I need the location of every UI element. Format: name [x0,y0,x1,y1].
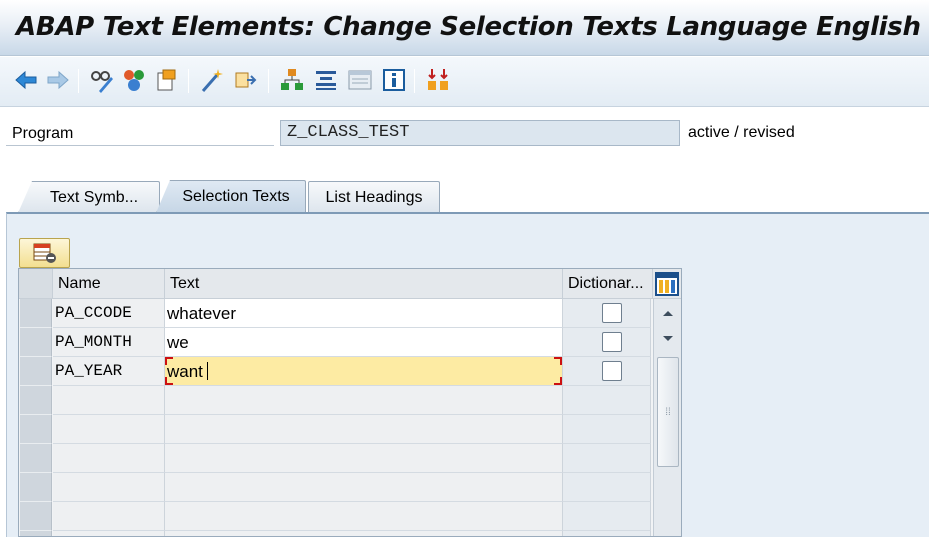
focus-corner [165,357,173,365]
other-object-icon[interactable] [152,66,180,94]
toolbar-separator [414,69,415,93]
dictionary-checkbox[interactable] [602,303,622,323]
cell-text [165,531,563,536]
cell-dictionary [563,386,651,415]
cell-name [53,502,165,531]
focus-corner [165,377,173,385]
program-status: active / revised [688,124,795,141]
tab-list-headings[interactable]: List Headings [308,181,440,213]
row-selector[interactable] [20,502,52,531]
table-row-empty [19,386,681,415]
layout-icon [33,243,56,263]
table-row: PA_MONTH we [19,328,681,357]
table-row-empty [19,415,681,444]
magic-wand-icon[interactable] [198,66,226,94]
cell-name [53,531,165,536]
table-row: PA_YEAR want [19,357,681,386]
row-selector[interactable] [20,299,52,328]
table-row: PA_CCODE whatever [19,299,681,328]
cell-text [165,473,563,502]
cell-text [165,386,563,415]
cell-text [165,444,563,473]
tab-label: List Headings [325,188,423,206]
display-change-icon[interactable] [88,66,116,94]
details-icon[interactable] [346,66,374,94]
cell-text-input-active[interactable]: want [165,357,563,386]
cell-dictionary [563,473,651,502]
change-layout-button[interactable] [19,238,70,268]
hierarchy-icon[interactable] [278,66,306,94]
row-selector[interactable] [20,386,52,415]
cell-name [53,415,165,444]
cell-dictionary [563,328,651,357]
row-selector[interactable] [20,328,52,357]
cell-dictionary [563,444,651,473]
row-selector[interactable] [20,444,52,473]
tab-label: Selection Texts [182,188,290,205]
table-row-empty [19,444,681,473]
cell-text [165,415,563,444]
toolbar-separator [188,69,189,93]
cell-dictionary [563,531,651,536]
row-selector[interactable] [20,415,52,444]
cell-name: PA_CCODE [53,299,165,328]
scrollbar-thumb[interactable]: ⁞⁞ [657,357,679,467]
toolbar-separator [78,69,79,93]
tab-selection-texts[interactable]: Selection Texts [156,180,306,213]
vertical-scrollbar[interactable]: ⁞⁞ [653,299,681,536]
column-settings-icon[interactable] [655,272,679,296]
tab-label: Text Symb... [49,188,139,206]
cell-name [53,386,165,415]
focus-corner [554,377,562,385]
cell-text-input[interactable]: whatever [165,299,563,328]
title-bar: ABAP Text Elements: Change Selection Tex… [0,0,929,56]
cell-text [165,502,563,531]
application-toolbar [0,57,929,107]
column-header-name[interactable]: Name [53,269,165,299]
table-row-empty [19,531,681,536]
back-arrow-icon[interactable] [12,66,40,94]
column-header-text[interactable]: Text [165,269,563,299]
cell-name: PA_MONTH [53,328,165,357]
column-header-dictionary[interactable]: Dictionar... [563,269,653,299]
toolbar-separator [268,69,269,93]
dictionary-checkbox[interactable] [602,361,622,381]
cell-dictionary [563,502,651,531]
where-used-icon[interactable] [232,66,260,94]
scroll-down-icon[interactable] [656,327,680,351]
window-title: ABAP Text Elements: Change Selection Tex… [16,12,921,42]
tab-text-symbols[interactable]: Text Symb... [18,181,160,213]
select-all-header[interactable] [19,269,53,299]
cell-text-input[interactable]: we [165,328,563,357]
forward-arrow-icon[interactable] [44,66,72,94]
row-selector[interactable] [20,473,52,502]
cell-name [53,473,165,502]
info-icon[interactable] [380,66,408,94]
compare-icon[interactable] [312,66,340,94]
cell-dictionary [563,299,651,328]
cell-name [53,444,165,473]
sort-icon[interactable] [424,66,452,94]
row-selector[interactable] [20,357,52,386]
activate-icon[interactable] [120,66,148,94]
dictionary-checkbox[interactable] [602,332,622,352]
text-cursor [206,362,208,380]
focus-corner [554,357,562,365]
table-row-empty [19,502,681,531]
row-selector[interactable] [20,531,52,536]
scroll-up-icon[interactable] [656,301,680,325]
program-label: Program [6,122,274,146]
selection-texts-table: Name Text Dictionar... PA_CCODE whatever… [18,268,682,537]
cell-dictionary [563,357,651,386]
table-row-empty [19,473,681,502]
program-field: Z_CLASS_TEST [280,120,680,146]
cell-dictionary [563,415,651,444]
cell-name: PA_YEAR [53,357,165,386]
